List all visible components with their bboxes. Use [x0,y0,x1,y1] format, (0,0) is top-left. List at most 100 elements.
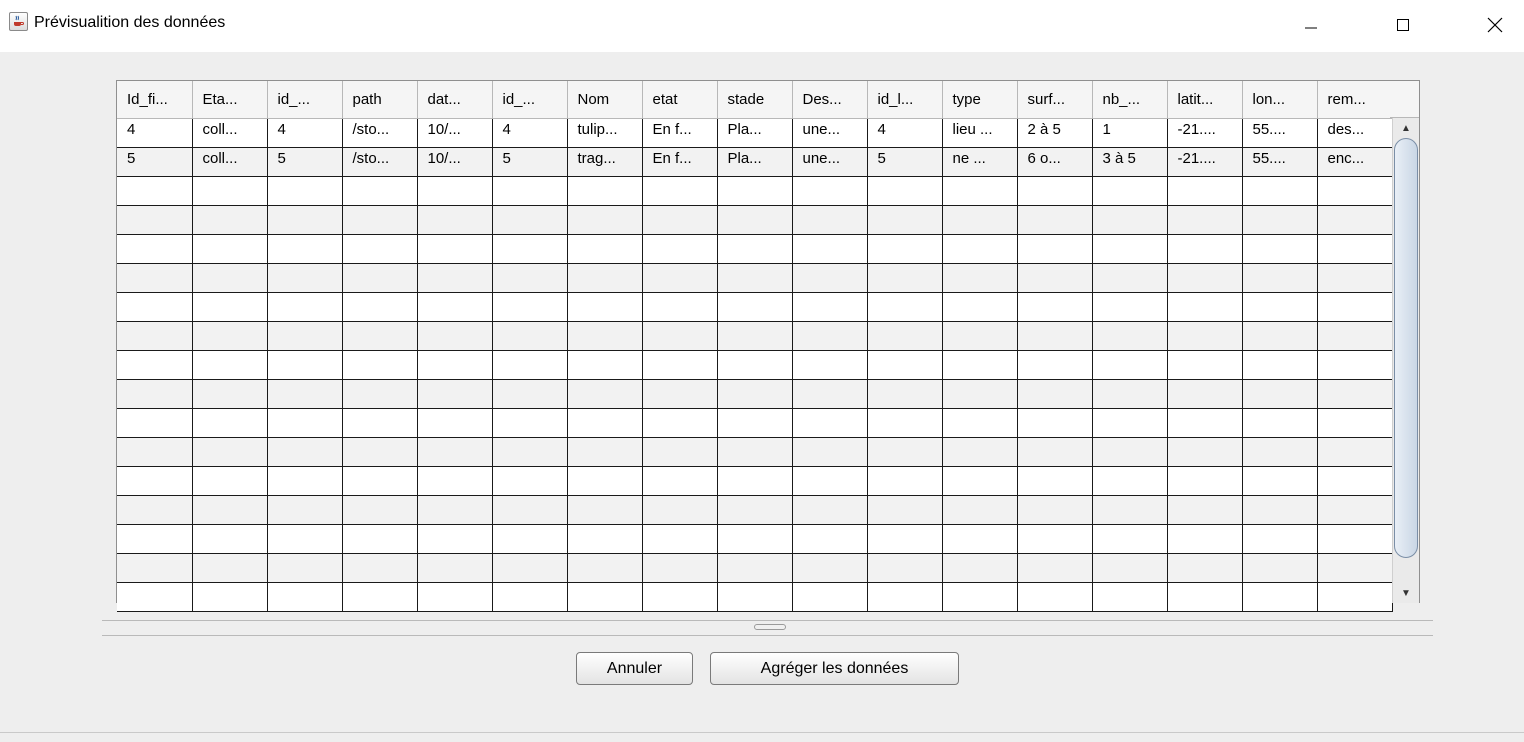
column-header[interactable]: type [942,81,1018,119]
table-cell[interactable] [267,292,343,322]
table-cell[interactable] [942,437,1018,467]
table-cell[interactable] [342,582,418,612]
table-cell[interactable] [117,582,193,612]
table-cell[interactable] [417,379,493,409]
table-cell[interactable] [567,205,643,235]
table-cell[interactable]: En f... [642,147,718,177]
table-cell[interactable] [417,321,493,351]
column-header[interactable]: id_... [492,81,568,119]
table-cell[interactable] [567,321,643,351]
table-cell[interactable] [492,350,568,380]
table-row-empty[interactable] [117,466,1393,496]
table-row-empty[interactable] [117,350,1393,380]
table-cell[interactable] [642,234,718,264]
table-cell[interactable] [342,379,418,409]
scroll-down-icon[interactable]: ▼ [1393,585,1419,601]
table-cell[interactable] [192,582,268,612]
table-cell[interactable] [117,234,193,264]
close-button[interactable] [1472,0,1518,50]
table-cell[interactable] [1242,263,1318,293]
column-header[interactable]: Nom [567,81,643,119]
table-cell[interactable] [267,350,343,380]
table-cell[interactable] [642,495,718,525]
table-cell[interactable] [1317,292,1393,322]
table-cell[interactable] [792,379,868,409]
table-cell[interactable] [192,553,268,583]
table-cell[interactable] [267,379,343,409]
table-cell[interactable] [492,292,568,322]
column-header[interactable]: lon... [1242,81,1318,119]
table-cell[interactable] [642,350,718,380]
table-cell[interactable] [342,466,418,496]
table-cell[interactable] [792,524,868,554]
table-cell[interactable] [117,379,193,409]
column-header[interactable]: nb_... [1092,81,1168,119]
table-cell[interactable] [1167,234,1243,264]
table-cell[interactable] [492,379,568,409]
table-cell[interactable]: lieu ... [942,118,1018,148]
table-cell[interactable] [267,582,343,612]
table-cell[interactable]: 10/... [417,147,493,177]
table-cell[interactable] [1167,205,1243,235]
table-cell[interactable] [642,408,718,438]
table-cell[interactable] [642,321,718,351]
table-cell[interactable]: ne ... [942,147,1018,177]
table-cell[interactable] [117,466,193,496]
table-cell[interactable] [417,263,493,293]
table-cell[interactable] [717,205,793,235]
table-row-empty[interactable] [117,553,1393,583]
table-cell[interactable] [1317,466,1393,496]
table-cell[interactable] [942,582,1018,612]
table-cell[interactable] [342,437,418,467]
table-row-empty[interactable] [117,176,1393,206]
table-cell[interactable] [192,379,268,409]
table-cell[interactable] [267,321,343,351]
table-cell[interactable] [792,350,868,380]
table-cell[interactable] [117,553,193,583]
table-row-empty[interactable] [117,292,1393,322]
table-cell[interactable] [717,553,793,583]
table-cell[interactable] [567,495,643,525]
table-cell[interactable] [792,205,868,235]
table-cell[interactable] [792,263,868,293]
table-cell[interactable] [1317,234,1393,264]
table-cell[interactable]: 55.... [1242,147,1318,177]
table-cell[interactable] [117,321,193,351]
table-cell[interactable] [792,176,868,206]
table-cell[interactable] [1017,292,1093,322]
table-cell[interactable] [1092,553,1168,583]
table-cell[interactable] [1242,495,1318,525]
table-cell[interactable] [1317,350,1393,380]
table-cell[interactable] [267,437,343,467]
table-cell[interactable] [942,553,1018,583]
table-cell[interactable] [1017,263,1093,293]
table-cell[interactable] [942,176,1018,206]
table-cell[interactable]: 4 [117,118,193,148]
table-cell[interactable] [942,524,1018,554]
table-cell[interactable] [1017,205,1093,235]
table-cell[interactable] [267,408,343,438]
table-cell[interactable]: coll... [192,118,268,148]
table-cell[interactable] [117,205,193,235]
table-cell[interactable] [1317,205,1393,235]
table-cell[interactable] [1167,292,1243,322]
table-cell[interactable] [192,176,268,206]
table-cell[interactable]: des... [1317,118,1393,148]
table-cell[interactable] [1242,582,1318,612]
table-cell[interactable] [342,263,418,293]
table-cell[interactable] [192,263,268,293]
table-cell[interactable] [717,379,793,409]
table-cell[interactable] [192,321,268,351]
table-cell[interactable] [342,495,418,525]
table-cell[interactable] [942,379,1018,409]
table-cell[interactable] [867,176,943,206]
table-cell[interactable] [717,582,793,612]
table-cell[interactable] [567,350,643,380]
table-cell[interactable] [867,234,943,264]
table-cell[interactable] [1242,437,1318,467]
table-cell[interactable] [717,321,793,351]
splitter-handle[interactable] [754,624,786,630]
table-cell[interactable] [1092,408,1168,438]
table-cell[interactable] [867,205,943,235]
minimize-button[interactable] [1288,0,1334,50]
